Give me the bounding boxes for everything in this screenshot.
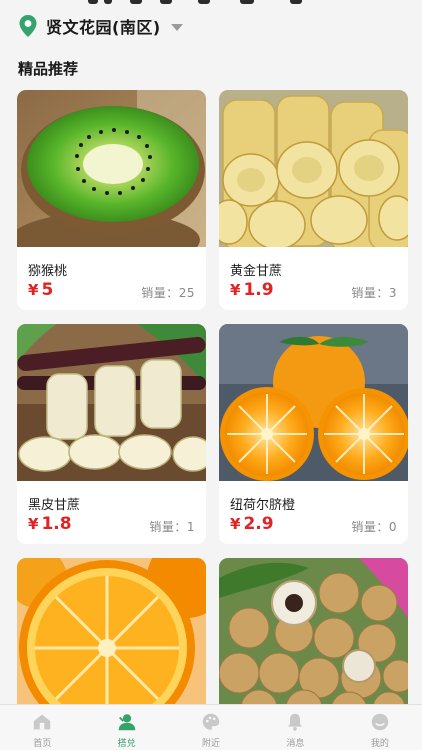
- tab-label: 消息: [286, 739, 305, 749]
- section-title: 精品推荐: [18, 60, 79, 78]
- tab-label: 首页: [33, 739, 52, 749]
- product-name: 猕猴桃: [28, 264, 68, 279]
- product-name: 黄金甘蔗: [230, 264, 283, 279]
- product-card-kiwi[interactable]: 猕猴桃 ¥5 销量：25: [17, 90, 206, 310]
- tab-label: 搭兑: [117, 739, 136, 749]
- product-card-black-sugarcane[interactable]: 黑皮甘蔗 ¥1.8 销量：1: [17, 324, 206, 544]
- navel-orange-photo: [219, 324, 408, 481]
- location-selector[interactable]: 贤文花园(南区): [18, 12, 183, 40]
- product-price: ¥2.9: [230, 514, 274, 534]
- tab-home[interactable]: 首页: [0, 705, 84, 750]
- product-price: ¥1.9: [230, 280, 274, 300]
- black-sugarcane-photo: [17, 324, 206, 481]
- tab-nearby[interactable]: 附近: [169, 705, 253, 750]
- chevron-down-icon: [170, 23, 183, 31]
- app-page: 贤文花园(南区) 精品推荐 猕猴桃 ¥ 5 销量：25 黄金甘蔗 ¥ 1.9 销…: [0, 0, 422, 750]
- product-card-navel-orange[interactable]: 纽荷尔脐橙 ¥2.9 销量：0: [219, 324, 408, 544]
- location-name: 贤文花园(南区): [46, 18, 161, 37]
- product-sales: 销量：25: [141, 286, 195, 300]
- tab-label: 附近: [202, 739, 221, 749]
- product-card-longan[interactable]: [219, 558, 408, 718]
- tab-profile[interactable]: 我的: [338, 705, 422, 750]
- location-pin-icon: [19, 15, 37, 37]
- tab-group[interactable]: 搭兑: [84, 705, 168, 750]
- longan-photo: [219, 558, 408, 715]
- palette-icon: [202, 713, 220, 730]
- product-sales: 销量：3: [351, 286, 397, 300]
- product-price: ¥5: [28, 280, 54, 300]
- status-bar: [0, 0, 422, 6]
- bottom-tab-bar: 首页 搭兑 附近 消息 我的: [0, 704, 422, 750]
- product-name: 纽荷尔脐橙: [230, 498, 296, 513]
- tab-messages[interactable]: 消息: [253, 705, 337, 750]
- tab-label: 我的: [370, 739, 389, 749]
- product-name: 黑皮甘蔗: [28, 498, 81, 513]
- orange-half-photo: [17, 558, 206, 715]
- golden-sugarcane-photo: [219, 90, 408, 247]
- product-sales: 销量：1: [149, 520, 195, 534]
- product-sales: 销量：0: [351, 520, 397, 534]
- home-icon: [33, 714, 51, 730]
- kiwi-photo: [17, 90, 206, 247]
- product-price: ¥1.8: [28, 514, 72, 534]
- product-card-orange[interactable]: [17, 558, 206, 718]
- product-card-golden-sugarcane[interactable]: 黄金甘蔗 ¥1.9 销量：3: [219, 90, 408, 310]
- group-icon: [118, 714, 135, 731]
- profile-icon: [371, 713, 389, 731]
- bell-icon: [288, 713, 303, 731]
